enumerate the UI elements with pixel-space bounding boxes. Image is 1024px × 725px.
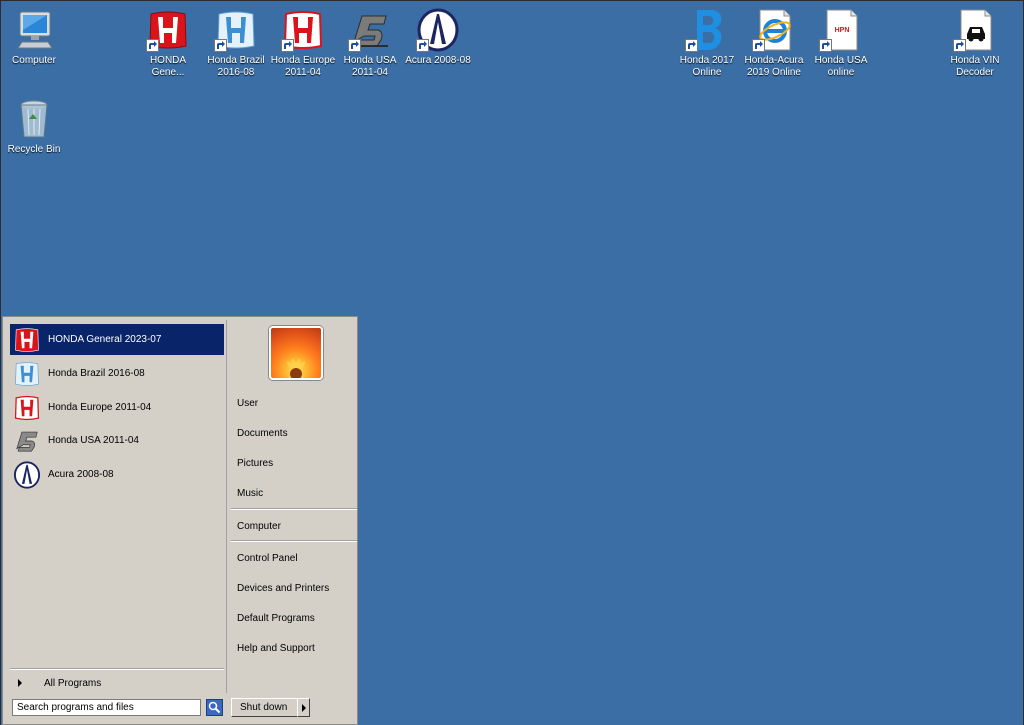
shortcut-arrow-icon xyxy=(416,39,429,52)
honda-blue-icon xyxy=(214,8,258,52)
shutdown-label: Shut down xyxy=(240,702,288,713)
shortcut-arrow-icon xyxy=(819,39,832,52)
program-item-label: Acura 2008-08 xyxy=(48,469,114,480)
start-menu: HONDA General 2023-07 Honda Brazil 2016-… xyxy=(2,316,358,725)
documents-link[interactable]: Documents xyxy=(237,428,288,439)
help-support-link[interactable]: Help and Support xyxy=(237,643,315,654)
honda-2017-icon xyxy=(685,8,729,52)
search-input[interactable]: Search programs and files xyxy=(12,699,201,716)
music-link[interactable]: Music xyxy=(237,488,263,499)
user-picture-avatar[interactable] xyxy=(269,326,323,380)
computer-link[interactable]: Computer xyxy=(237,521,281,532)
search-button[interactable] xyxy=(206,699,223,716)
shortcut-arrow-icon xyxy=(146,39,159,52)
honda-blue-icon xyxy=(12,360,42,388)
acura-icon xyxy=(416,8,460,52)
desktop-icon-label: Honda USA online xyxy=(814,55,868,78)
vin-decoder-icon xyxy=(953,8,997,52)
desktop-icon-honda-vin-decoder[interactable]: Honda VIN Decoder xyxy=(939,8,1011,79)
triangle-right-icon xyxy=(18,679,22,687)
default-programs-link[interactable]: Default Programs xyxy=(237,613,315,624)
acura-icon xyxy=(12,460,42,489)
shortcut-arrow-icon xyxy=(348,39,361,52)
shutdown-options-button[interactable] xyxy=(297,698,310,717)
svg-text:HPN: HPN xyxy=(835,27,850,34)
internet-explorer-icon xyxy=(752,8,796,52)
desktop-icon-label: Honda USA 2011-04 xyxy=(343,55,397,78)
shutdown-button[interactable]: Shut down xyxy=(231,698,298,717)
desktop-icon-recycle-bin[interactable]: Recycle Bin xyxy=(0,97,70,156)
honda-red-icon xyxy=(12,394,42,422)
desktop-icon-computer[interactable]: Computer xyxy=(0,8,70,67)
shortcut-arrow-icon xyxy=(214,39,227,52)
program-item-honda-usa[interactable]: Honda USA 2011-04 xyxy=(10,425,224,456)
program-item-acura[interactable]: Acura 2008-08 xyxy=(10,459,224,490)
desktop-icon-honda-brazil[interactable]: Honda Brazil 2016-08 xyxy=(200,8,272,79)
devices-printers-link[interactable]: Devices and Printers xyxy=(237,583,329,594)
start-menu-bottom-bar: Search programs and files Shut down xyxy=(6,695,356,722)
hpn-document-icon: HPN xyxy=(819,8,863,52)
shortcut-arrow-icon xyxy=(685,39,698,52)
all-programs-button[interactable]: All Programs xyxy=(10,674,224,692)
honda-red-icon xyxy=(281,8,325,52)
shortcut-arrow-icon xyxy=(281,39,294,52)
start-menu-places-pane: User Documents Pictures Music Computer C… xyxy=(229,320,357,693)
desktop-icon-label: Recycle Bin xyxy=(7,144,61,155)
desktop: Computer Recycle Bin HONDA Gene... Honda… xyxy=(0,0,1024,725)
desktop-icon-honda-europe[interactable]: Honda Europe 2011-04 xyxy=(267,8,339,79)
desktop-icon-label: Honda-Acura 2019 Online xyxy=(744,55,804,78)
honda-red-icon xyxy=(12,326,42,354)
program-item-label: Honda USA 2011-04 xyxy=(48,435,139,446)
desktop-icon-label: HONDA Gene... xyxy=(149,55,187,78)
pictures-link[interactable]: Pictures xyxy=(237,458,273,469)
program-item-label: HONDA General 2023-07 xyxy=(48,334,162,345)
program-item-honda-general[interactable]: HONDA General 2023-07 xyxy=(10,324,224,355)
desktop-icon-honda-usa[interactable]: Honda USA 2011-04 xyxy=(334,8,406,79)
desktop-icon-acura[interactable]: Acura 2008-08 xyxy=(402,8,474,67)
desktop-icon-label: Acura 2008-08 xyxy=(405,55,471,66)
control-panel-link[interactable]: Control Panel xyxy=(237,553,298,564)
program-item-label: Honda Europe 2011-04 xyxy=(48,402,152,413)
honda-red-icon xyxy=(146,8,190,52)
divider xyxy=(231,540,357,542)
desktop-icon-label: Honda Europe 2011-04 xyxy=(270,55,336,78)
divider xyxy=(10,668,224,670)
desktop-icon-label: Honda Brazil 2016-08 xyxy=(207,55,265,78)
desktop-icon-honda-general[interactable]: HONDA Gene... xyxy=(132,8,204,79)
shortcut-arrow-icon xyxy=(953,39,966,52)
program-item-honda-brazil[interactable]: Honda Brazil 2016-08 xyxy=(10,358,224,389)
program-item-honda-europe[interactable]: Honda Europe 2011-04 xyxy=(10,392,224,423)
user-link[interactable]: User xyxy=(237,398,258,409)
desktop-icon-honda-2017-online[interactable]: Honda 2017 Online xyxy=(671,8,743,79)
computer-icon xyxy=(12,8,56,52)
desktop-icon-honda-acura-2019-online[interactable]: Honda-Acura 2019 Online xyxy=(738,8,810,79)
divider xyxy=(231,508,357,510)
search-icon xyxy=(208,701,221,714)
flower-icon xyxy=(286,358,306,378)
screen-border xyxy=(0,0,1024,1)
start-menu-programs-pane: HONDA General 2023-07 Honda Brazil 2016-… xyxy=(6,320,227,693)
desktop-icon-label: Honda VIN Decoder xyxy=(950,55,1000,78)
desktop-icon-label: Honda 2017 Online xyxy=(679,55,735,78)
honda-usa-icon xyxy=(348,8,392,52)
shortcut-arrow-icon xyxy=(752,39,765,52)
honda-usa-icon xyxy=(12,427,42,455)
desktop-icon-honda-usa-online[interactable]: HPN Honda USA online xyxy=(805,8,877,79)
recycle-bin-icon xyxy=(12,97,56,141)
desktop-icon-label: Computer xyxy=(12,55,56,66)
all-programs-label: All Programs xyxy=(44,677,102,689)
program-item-label: Honda Brazil 2016-08 xyxy=(48,368,145,379)
